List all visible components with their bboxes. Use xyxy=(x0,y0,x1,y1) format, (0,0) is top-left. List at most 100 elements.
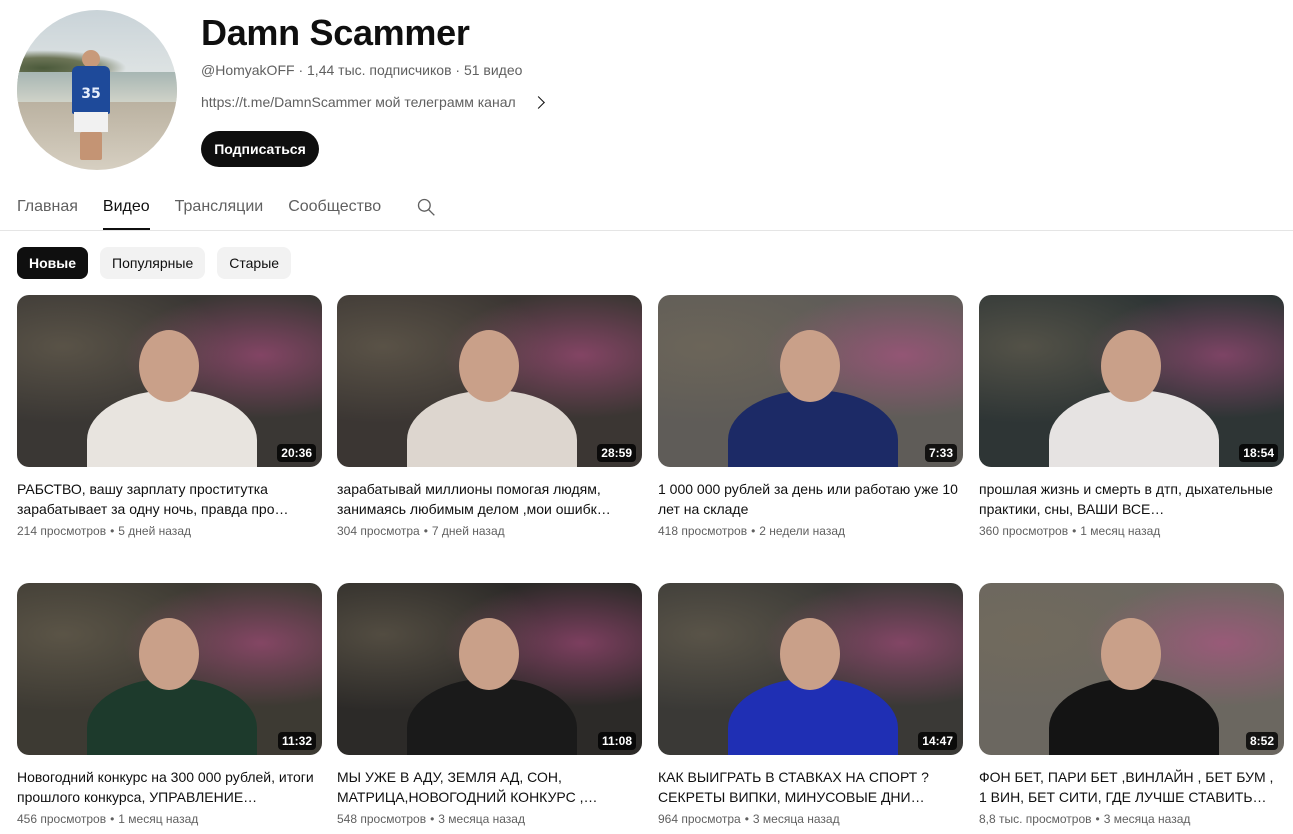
tab-live[interactable]: Трансляции xyxy=(175,190,264,230)
search-icon[interactable] xyxy=(416,197,436,217)
jersey-number: 35 xyxy=(81,86,101,102)
upload-age: 3 месяца назад xyxy=(1103,812,1191,826)
chip-newest[interactable]: Новые xyxy=(17,247,89,279)
video-thumbnail[interactable]: 20:36 xyxy=(17,295,322,467)
video-thumbnail[interactable]: 7:33 xyxy=(658,295,963,467)
tabs-divider xyxy=(0,230,1293,231)
channel-description[interactable]: https://t.me/DamnScammer мой телеграмм к… xyxy=(201,94,545,110)
thumbnail-face xyxy=(780,330,840,402)
thumbnail-face xyxy=(139,330,199,402)
video-stats: 214 просмотров • 5 дней назад xyxy=(17,524,322,538)
upload-age: 3 месяца назад xyxy=(752,812,840,826)
video-title[interactable]: зарабатывай миллионы помогая людям, зани… xyxy=(337,479,642,519)
tab-community[interactable]: Сообщество xyxy=(288,190,381,230)
upload-age: 3 месяца назад xyxy=(438,812,525,826)
video-card[interactable]: 11:32 Новогодний конкурс на 300 000 рубле… xyxy=(17,583,322,826)
view-count: 964 просмотра xyxy=(658,812,741,826)
sort-chips: Новые Популярные Старые xyxy=(17,247,292,279)
video-stats: 8,8 тыс. просмотров • 3 месяца назад xyxy=(979,812,1284,826)
video-stats: 548 просмотров • 3 месяца назад xyxy=(337,812,642,826)
video-duration: 8:52 xyxy=(1245,732,1278,750)
meta-separator: · xyxy=(294,62,308,78)
channel-description-text: https://t.me/DamnScammer мой телеграмм к… xyxy=(201,94,516,110)
thumbnail-face xyxy=(1101,330,1161,402)
video-card[interactable]: 18:54 прошлая жизнь и смерть в дтп, дыхат… xyxy=(979,295,1284,538)
video-duration: 11:32 xyxy=(277,732,316,750)
thumbnail-face xyxy=(139,618,199,690)
channel-avatar: 35 xyxy=(17,10,177,170)
upload-age: 1 месяц назад xyxy=(1080,524,1161,538)
chevron-right-icon xyxy=(531,95,545,109)
stats-separator: • xyxy=(423,524,428,538)
video-title[interactable]: РАБСТВО, вашу зарплату проститутка зараб… xyxy=(17,479,322,519)
upload-age: 1 месяц назад xyxy=(118,812,199,826)
video-title[interactable]: 1 000 000 рублей за день или работаю уже… xyxy=(658,479,963,519)
video-card[interactable]: 7:33 1 000 000 рублей за день или работаю… xyxy=(658,295,963,538)
view-count: 304 просмотра xyxy=(337,524,420,538)
channel-name: Damn Scammer xyxy=(201,12,470,53)
video-thumbnail[interactable]: 11:08 xyxy=(337,583,642,755)
chip-oldest[interactable]: Старые xyxy=(217,247,292,279)
video-duration: 20:36 xyxy=(277,444,316,462)
video-card[interactable]: 14:47 КАК ВЫИГРАТЬ В СТАВКАХ НА СПОРТ ? С… xyxy=(658,583,963,826)
tab-videos[interactable]: Видео xyxy=(102,190,150,230)
video-stats: 964 просмотра • 3 месяца назад xyxy=(658,812,963,826)
channel-meta: @HomyakOFF · 1,44 тыс. подписчиков · 51 … xyxy=(201,62,522,78)
subscribe-button[interactable]: Подписаться xyxy=(201,131,319,167)
video-thumbnail[interactable]: 8:52 xyxy=(979,583,1284,755)
thumbnail-face xyxy=(459,330,519,402)
video-thumbnail[interactable]: 28:59 xyxy=(337,295,642,467)
thumbnail-face xyxy=(459,618,519,690)
chip-popular[interactable]: Популярные xyxy=(100,247,206,279)
video-title[interactable]: КАК ВЫИГРАТЬ В СТАВКАХ НА СПОРТ ? СЕКРЕТ… xyxy=(658,767,963,807)
video-thumbnail[interactable]: 18:54 xyxy=(979,295,1284,467)
view-count: 8,8 тыс. просмотров xyxy=(979,812,1092,826)
video-duration: 28:59 xyxy=(597,444,636,462)
video-duration: 7:33 xyxy=(924,444,957,462)
avatar-jersey: 35 xyxy=(72,66,110,114)
upload-age: 2 недели назад xyxy=(759,524,846,538)
view-count: 214 просмотров xyxy=(17,524,107,538)
video-card[interactable]: 20:36 РАБСТВО, вашу зарплату проститутка … xyxy=(17,295,322,538)
video-thumbnail[interactable]: 11:32 xyxy=(17,583,322,755)
channel-tabs: Главная Видео Трансляции Сообщество xyxy=(17,190,406,230)
stats-separator: • xyxy=(430,812,435,826)
thumbnail-face xyxy=(780,618,840,690)
stats-separator: • xyxy=(744,812,749,826)
video-card[interactable]: 28:59 зарабатывай миллионы помогая людям,… xyxy=(337,295,642,538)
video-duration: 14:47 xyxy=(918,732,957,750)
view-count: 360 просмотров xyxy=(979,524,1069,538)
avatar-shorts xyxy=(74,112,108,132)
thumbnail-face xyxy=(1101,618,1161,690)
stats-separator: • xyxy=(110,524,115,538)
channel-handle[interactable]: @HomyakOFF xyxy=(201,62,295,78)
avatar-person: 35 xyxy=(72,50,112,160)
subscriber-count: 1,44 тыс. подписчиков xyxy=(307,62,452,78)
video-stats: 418 просмотров • 2 недели назад xyxy=(658,524,963,538)
video-stats: 304 просмотра • 7 дней назад xyxy=(337,524,642,538)
stats-separator: • xyxy=(110,812,115,826)
view-count: 456 просмотров xyxy=(17,812,107,826)
stats-separator: • xyxy=(1095,812,1100,826)
video-card[interactable]: 11:08 МЫ УЖЕ В АДУ, ЗЕМЛЯ АД, СОН, МАТРИЦ… xyxy=(337,583,642,826)
stats-separator: • xyxy=(751,524,756,538)
video-title[interactable]: МЫ УЖЕ В АДУ, ЗЕМЛЯ АД, СОН, МАТРИЦА,НОВ… xyxy=(337,767,642,807)
meta-separator: · xyxy=(451,62,464,78)
video-duration: 18:54 xyxy=(1239,444,1278,462)
view-count: 548 просмотров xyxy=(337,812,427,826)
video-count: 51 видео xyxy=(463,62,523,78)
video-title[interactable]: ФОН БЕТ, ПАРИ БЕТ ,ВИНЛАЙН , БЕТ БУМ , 1… xyxy=(979,767,1284,807)
tab-home[interactable]: Главная xyxy=(17,190,78,230)
view-count: 418 просмотров xyxy=(658,524,748,538)
upload-age: 5 дней назад xyxy=(118,524,191,538)
video-stats: 456 просмотров • 1 месяц назад xyxy=(17,812,322,826)
video-title[interactable]: прошлая жизнь и смерть в дтп, дыхательны… xyxy=(979,479,1284,519)
video-title[interactable]: Новогодний конкурс на 300 000 рублей, ит… xyxy=(17,767,322,807)
upload-age: 7 дней назад xyxy=(431,524,505,538)
video-card[interactable]: 8:52 ФОН БЕТ, ПАРИ БЕТ ,ВИНЛАЙН , БЕТ БУМ… xyxy=(979,583,1284,826)
stats-separator: • xyxy=(1072,524,1077,538)
video-thumbnail[interactable]: 14:47 xyxy=(658,583,963,755)
video-duration: 11:08 xyxy=(597,732,636,750)
avatar-legs xyxy=(80,132,102,160)
video-stats: 360 просмотров • 1 месяц назад xyxy=(979,524,1284,538)
